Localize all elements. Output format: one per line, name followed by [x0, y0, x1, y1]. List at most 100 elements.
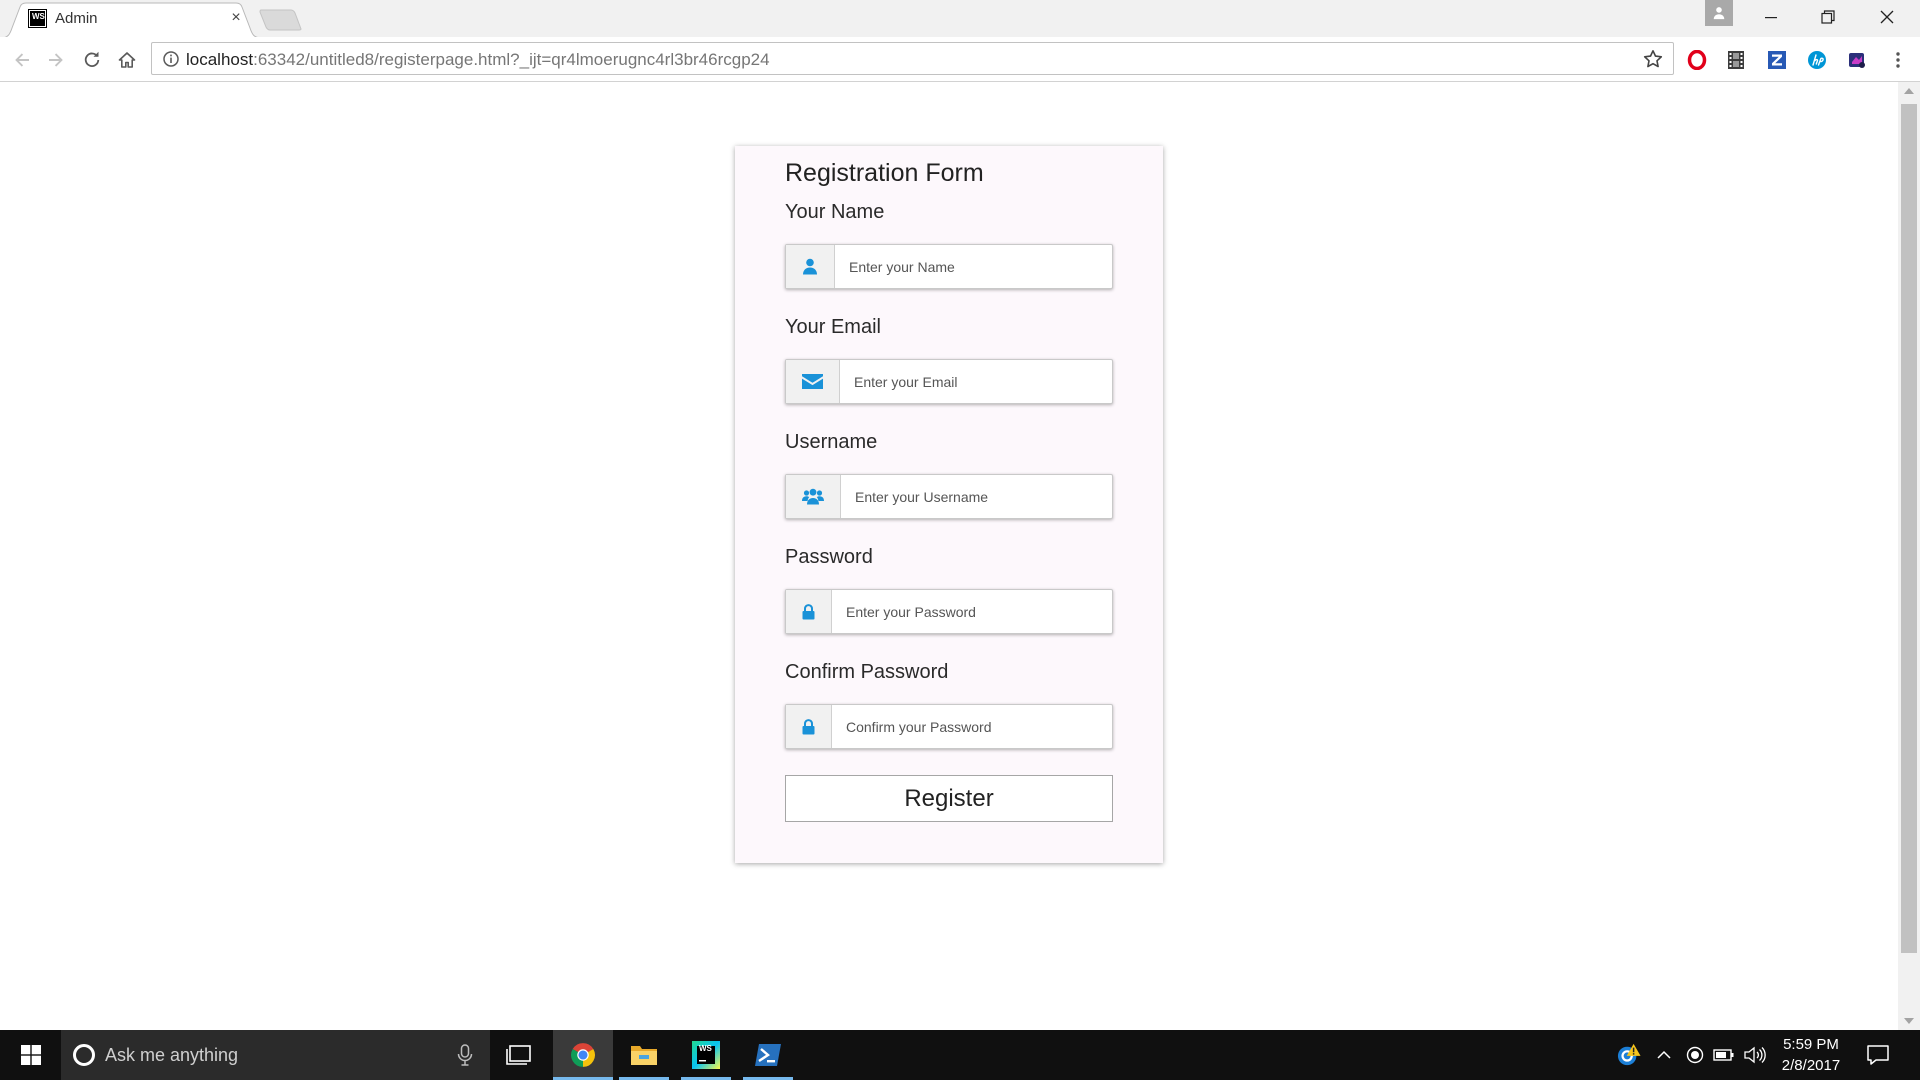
show-hidden-icons-icon [1657, 1050, 1671, 1059]
page-viewport: Registration Form Your Name Your Email [0, 82, 1898, 1030]
powershell-icon [755, 1044, 781, 1066]
menu-icon [1896, 52, 1900, 68]
volume-icon [1744, 1046, 1766, 1064]
home-button[interactable] [115, 48, 139, 72]
register-button[interactable]: Register [785, 775, 1113, 822]
webstorm-icon-label: WS [699, 1044, 712, 1053]
profile-icon[interactable] [1705, 0, 1733, 26]
taskbar-webstorm-button[interactable]: WS [676, 1030, 736, 1080]
scroll-thumb[interactable] [1901, 104, 1917, 953]
tab-close-button[interactable]: × [228, 9, 244, 27]
email-field: Your Email [785, 315, 1163, 404]
tray-record[interactable] [1683, 1043, 1707, 1067]
url-path: :63342/untitled8/registerpage.html?_ijt=… [253, 50, 770, 69]
taskbar-powershell-button[interactable] [738, 1030, 798, 1080]
name-input-group [785, 244, 1113, 289]
info-icon[interactable] [162, 50, 180, 68]
confirm-password-addon [786, 705, 832, 748]
taskbar-chrome-button[interactable] [553, 1030, 613, 1080]
back-button[interactable] [10, 48, 34, 72]
close-window-button[interactable] [1867, 5, 1907, 29]
restore-button[interactable] [1808, 5, 1848, 29]
minimize-icon [1765, 17, 1777, 19]
webstorm-favicon-icon: WS [28, 9, 47, 28]
name-input[interactable] [835, 245, 1112, 288]
tab-admin[interactable]: WS Admin × [0, 0, 262, 38]
microphone-icon[interactable] [455, 1044, 475, 1066]
form-title: Registration Form [785, 159, 984, 187]
forward-icon [49, 53, 63, 67]
film-extension-button[interactable] [1724, 48, 1748, 72]
confirm-password-field: Confirm Password [785, 660, 1163, 749]
lock-icon [802, 718, 815, 734]
scroll-up-arrow-icon[interactable] [1904, 88, 1914, 94]
start-button[interactable] [0, 1030, 61, 1080]
username-addon [786, 475, 841, 518]
chrome-icon [571, 1043, 595, 1067]
scroll-down-arrow-icon[interactable] [1904, 1018, 1914, 1024]
chrome-menu-button[interactable] [1886, 48, 1910, 72]
username-label: Username [785, 431, 878, 453]
password-input[interactable] [832, 590, 1112, 633]
z-extension-button[interactable] [1765, 48, 1789, 72]
minimize-button[interactable] [1751, 5, 1791, 29]
confirm-password-input-group [785, 704, 1113, 749]
reload-icon [84, 51, 100, 67]
close-icon [1880, 10, 1894, 24]
person-icon [1713, 7, 1725, 20]
email-input[interactable] [840, 360, 1112, 403]
action-center-icon[interactable] [1866, 1043, 1890, 1067]
clock-time: 5:59 PM [1783, 1036, 1839, 1053]
cortana-search-box[interactable]: Ask me anything [61, 1030, 490, 1080]
windows-logo-icon [20, 1045, 41, 1065]
z-extension-icon [1768, 51, 1786, 69]
taskbar-file-explorer-button[interactable] [614, 1030, 674, 1080]
email-input-group [785, 359, 1113, 404]
taskbar-clock[interactable]: 5:59 PM 2/8/2017 [1771, 1034, 1851, 1078]
envelope-icon [802, 374, 823, 389]
tray-update-warning[interactable] [1617, 1043, 1641, 1067]
registration-card: Registration Form Your Name Your Email [735, 146, 1163, 863]
back-icon [15, 53, 29, 67]
bookmark-star-icon[interactable] [1643, 49, 1663, 69]
address-bar[interactable]: localhost:63342/untitled8/registerpage.h… [151, 42, 1674, 75]
show-hidden-icons-button[interactable] [1652, 1043, 1676, 1067]
tray-volume[interactable] [1743, 1043, 1767, 1067]
battery-icon [1713, 1049, 1734, 1061]
email-label: Your Email [785, 316, 881, 338]
film-icon [1728, 51, 1744, 69]
home-icon [118, 52, 136, 68]
username-input[interactable] [841, 475, 1112, 518]
restore-icon [1821, 10, 1835, 24]
confirm-password-input[interactable] [832, 705, 1112, 748]
opera-extension-button[interactable] [1685, 48, 1709, 72]
browser-toolbar: localhost:63342/untitled8/registerpage.h… [0, 37, 1920, 82]
lock-icon [802, 603, 815, 619]
password-field: Password [785, 545, 1163, 634]
username-input-group [785, 474, 1113, 519]
windows-taskbar: Ask me anything WS 5:59 PM 2/8/2017 [0, 1030, 1920, 1080]
user-icon [803, 258, 817, 275]
name-field: Your Name [785, 200, 1163, 289]
email-addon [786, 360, 840, 403]
opera-icon [1687, 50, 1707, 70]
tab-strip: WS Admin × [0, 0, 1920, 38]
users-icon [802, 488, 824, 505]
record-icon [1686, 1046, 1704, 1064]
task-view-icon[interactable] [506, 1043, 534, 1067]
extension-button[interactable] [1845, 48, 1869, 72]
reload-button[interactable] [80, 48, 104, 72]
tab-title: Admin [55, 10, 98, 27]
new-tab-button[interactable] [258, 9, 304, 31]
cortana-icon [73, 1044, 95, 1066]
forward-button[interactable] [44, 48, 68, 72]
tray-battery[interactable] [1712, 1043, 1736, 1067]
page-scrollbar[interactable] [1898, 82, 1920, 1030]
extension-icon [1849, 53, 1865, 68]
update-warning-icon [1617, 1043, 1641, 1066]
confirm-password-label: Confirm Password [785, 661, 949, 683]
url-text[interactable]: localhost:63342/untitled8/registerpage.h… [186, 50, 770, 69]
hp-extension-button[interactable] [1805, 48, 1829, 72]
password-addon [786, 590, 832, 633]
name-addon [786, 245, 835, 288]
